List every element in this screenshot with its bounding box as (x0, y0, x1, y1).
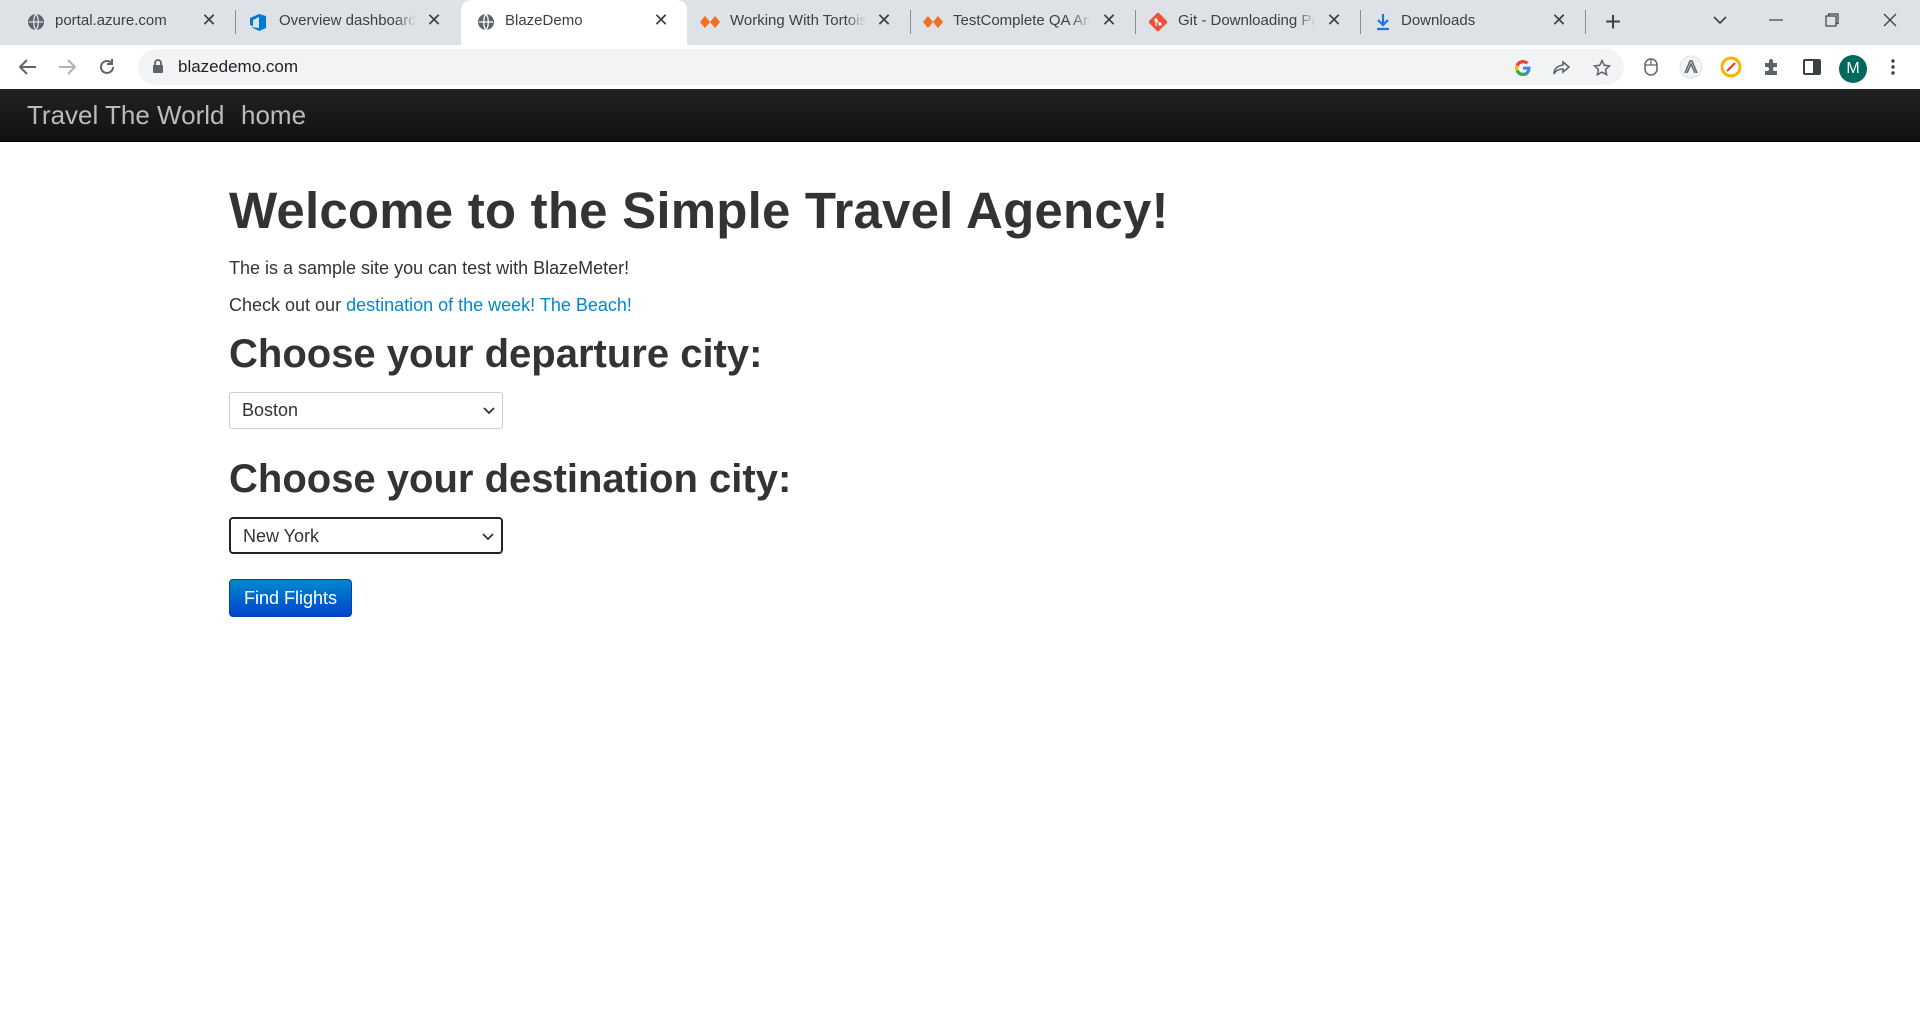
destination-of-week-link[interactable]: destination of the week! The Beach! (346, 295, 632, 315)
bookmark-star-icon[interactable] (1592, 58, 1612, 78)
promo-text: Check out our destination of the week! T… (229, 293, 1429, 317)
globe-icon (26, 12, 46, 32)
tab-search-chevron-down-icon[interactable] (1692, 0, 1748, 40)
share-icon[interactable] (1552, 58, 1572, 78)
profile-avatar[interactable]: M (1839, 55, 1867, 83)
tab-title: portal.azure.com (55, 12, 167, 29)
extension-gauge-icon[interactable] (1718, 54, 1744, 80)
home-link[interactable]: home (241, 89, 306, 141)
close-icon[interactable]: ✕ (199, 10, 219, 30)
browser-toolbar: blazedemo.com M (0, 45, 1920, 90)
side-panel-icon[interactable] (1799, 54, 1825, 80)
tab-divider (1585, 10, 1586, 34)
download-icon (1373, 12, 1393, 32)
site-navbar: Travel The World home (0, 89, 1920, 142)
destination-select-value: New York (243, 526, 320, 546)
destination-heading: Choose your destination city: (229, 457, 792, 501)
more-menu-icon[interactable] (1880, 54, 1906, 80)
minimize-icon[interactable] (1748, 0, 1804, 40)
tab-title: Git - Downloading Package (1178, 12, 1316, 29)
find-flights-button[interactable]: Find Flights (229, 579, 352, 617)
azure-devops-icon (248, 12, 268, 32)
close-window-icon[interactable] (1862, 0, 1918, 40)
close-icon[interactable]: ✕ (1324, 10, 1344, 30)
back-arrow-icon[interactable] (12, 51, 44, 83)
promo-prefix: Check out our (229, 295, 347, 315)
tab-blazedemo[interactable]: BlazeDemo ✕ (461, 0, 687, 45)
testcomplete-icon (700, 12, 720, 32)
brand-link[interactable]: Travel The World (27, 89, 224, 141)
close-icon[interactable]: ✕ (1099, 10, 1119, 30)
git-icon (1148, 12, 1168, 32)
new-tab-plus-icon[interactable]: + (1598, 6, 1628, 37)
departure-select[interactable]: Boston (229, 392, 503, 429)
address-bar[interactable]: blazedemo.com (138, 49, 1624, 85)
close-icon[interactable]: ✕ (1549, 10, 1569, 30)
tab-overview-dashboard[interactable]: Overview dashboard - ✕ (236, 0, 460, 45)
tab-testcomplete-qa[interactable]: TestComplete QA Archive ✕ (911, 0, 1135, 45)
departure-heading: Choose your departure city: (229, 332, 763, 376)
extensions-puzzle-icon[interactable] (1759, 54, 1785, 80)
tab-working-with-tortoisegit[interactable]: Working With TortoiseGit ✕ (688, 0, 910, 45)
forward-arrow-icon[interactable] (51, 51, 83, 83)
page-title: Welcome to the Simple Travel Agency! (229, 182, 1169, 239)
close-icon[interactable]: ✕ (424, 10, 444, 30)
intro-text: The is a sample site you can test with B… (229, 258, 630, 278)
chevron-down-icon (482, 533, 494, 541)
departure-select-value: Boston (242, 400, 299, 420)
tab-title: BlazeDemo (505, 12, 583, 29)
tab-title: Downloads (1401, 12, 1476, 29)
chevron-down-icon (483, 407, 495, 415)
main-content: Welcome to the Simple Travel Agency! The… (228, 160, 1429, 617)
google-translate-icon[interactable] (1513, 58, 1533, 78)
tab-title: TestComplete QA Archive (953, 12, 1091, 29)
tab-downloads[interactable]: Downloads ✕ (1361, 0, 1585, 45)
globe-icon (476, 12, 496, 32)
close-icon[interactable]: ✕ (874, 10, 894, 30)
tab-portal-azure[interactable]: portal.azure.com ✕ (0, 0, 235, 45)
mouse-extension-icon[interactable] (1638, 54, 1664, 80)
tab-git-downloading[interactable]: Git - Downloading Package ✕ (1136, 0, 1360, 45)
url-text[interactable]: blazedemo.com (178, 49, 298, 85)
close-icon[interactable]: ✕ (651, 10, 671, 30)
lock-icon[interactable] (152, 59, 164, 79)
extension-a-icon[interactable] (1678, 54, 1704, 80)
tab-title: Overview dashboard - (279, 12, 416, 29)
restore-icon[interactable] (1804, 0, 1860, 40)
browser-tab-strip: portal.azure.com ✕ Overview dashboard - … (0, 0, 1920, 45)
tab-title: Working With TortoiseGit (730, 12, 866, 29)
testcomplete-icon (923, 12, 943, 32)
destination-select[interactable]: New York (228, 516, 504, 555)
reload-icon[interactable] (91, 51, 123, 83)
